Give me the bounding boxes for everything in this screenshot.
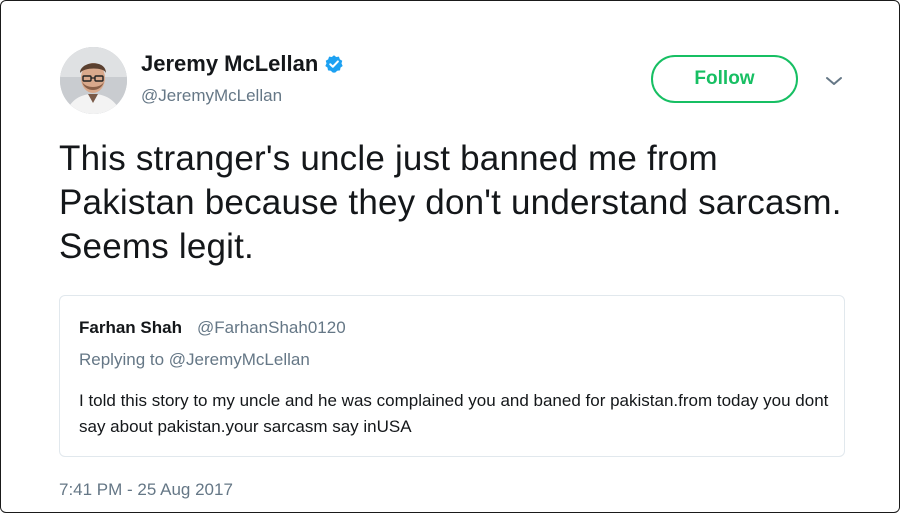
- replying-to[interactable]: Replying to @JeremyMcLellan: [79, 350, 310, 370]
- profile-photo: [60, 47, 127, 114]
- avatar[interactable]: [60, 47, 127, 114]
- author-handle[interactable]: @JeremyMcLellan: [141, 86, 282, 106]
- tweet-card: Jeremy McLellan @JeremyMcLellan Follow T…: [0, 0, 900, 513]
- tweet-timestamp[interactable]: 7:41 PM - 25 Aug 2017: [59, 480, 233, 500]
- author-name[interactable]: Jeremy McLellan: [141, 51, 344, 80]
- quoted-tweet[interactable]: Farhan Shah @FarhanShah0120 Replying to …: [59, 295, 845, 457]
- quoted-author-handle[interactable]: @FarhanShah0120: [197, 318, 346, 338]
- chevron-down-icon[interactable]: [823, 71, 845, 91]
- quoted-author-name[interactable]: Farhan Shah: [79, 318, 182, 338]
- follow-button[interactable]: Follow: [651, 55, 798, 103]
- verified-badge-icon: [324, 54, 344, 80]
- quoted-tweet-text: I told this story to my uncle and he was…: [79, 391, 829, 436]
- tweet-text: This stranger's uncle just banned me fro…: [59, 139, 842, 266]
